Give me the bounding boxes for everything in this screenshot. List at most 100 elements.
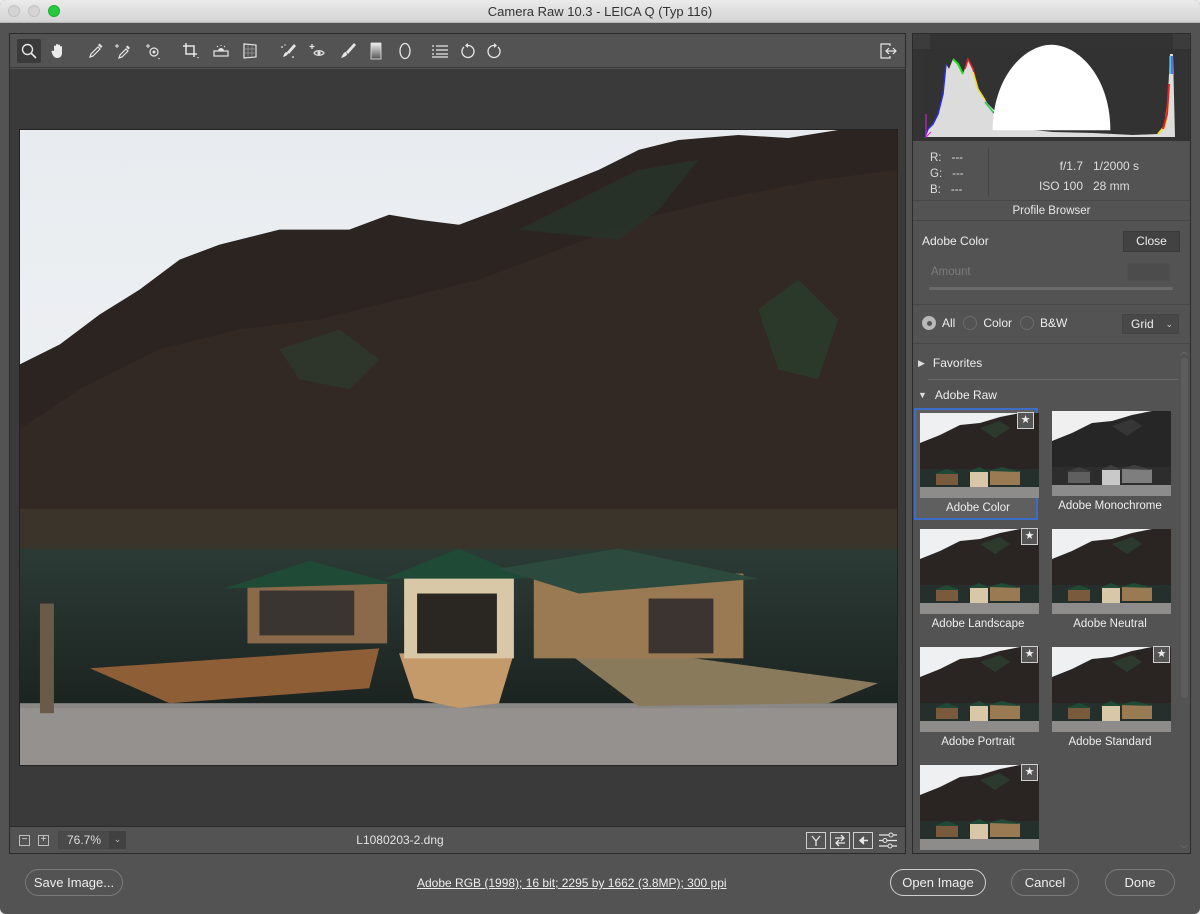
transform-tool-button[interactable]	[238, 39, 262, 63]
triangle-down-icon: ▼	[918, 390, 927, 400]
image-canvas[interactable]	[10, 69, 905, 826]
filter-color-radio[interactable]	[963, 316, 978, 330]
image-info: R: --- G: --- B: --- f/1.7 1/2000 s ISO 100 2…	[913, 144, 1190, 201]
window-minimize-button[interactable]	[28, 5, 40, 17]
r-value: ---	[951, 152, 964, 164]
window-zoom-button[interactable]	[48, 5, 60, 17]
divider	[913, 304, 1190, 305]
window-title: Camera Raw 10.3 - LEICA Q (Typ 116)	[487, 4, 713, 19]
aperture: f/1.7	[1059, 159, 1083, 173]
adjustment-brush-tool-button[interactable]	[335, 39, 359, 63]
gradient-icon	[370, 42, 382, 60]
profile-tile[interactable]: ★ Adobe Landscape	[916, 526, 1040, 638]
swap-icon	[835, 834, 845, 847]
g-value: ---	[952, 168, 964, 180]
favorite-star-icon[interactable]: ★	[1021, 528, 1038, 545]
profile-tile-label: Adobe Standard	[1068, 736, 1152, 748]
section-adobe-raw-label: Adobe Raw	[934, 388, 997, 402]
amount-field[interactable]	[1127, 263, 1170, 281]
profile-tile[interactable]: Adobe Monochrome	[1048, 408, 1172, 520]
filter-bw-radio[interactable]	[1020, 316, 1035, 330]
hand-icon	[51, 44, 62, 58]
tool-bar	[10, 34, 905, 68]
close-profile-browser-button[interactable]: Close	[1123, 231, 1180, 252]
workflow-options-link[interactable]: Adobe RGB (1998); 16 bit; 2295 by 1662 (…	[417, 876, 727, 890]
right-panel: R: --- G: --- B: --- f/1.7 1/2000 s ISO 100 2…	[912, 33, 1191, 854]
zoom-tool-button[interactable]	[17, 39, 41, 63]
b-value: ---	[950, 184, 963, 196]
profile-list-scrollbar[interactable]: ︿ ﹀	[1179, 346, 1190, 855]
filter-all-radio[interactable]	[922, 316, 936, 330]
rotate-left-button[interactable]	[456, 39, 480, 63]
clipping-warning-icon	[992, 44, 1111, 131]
fullscreen-toggle-button[interactable]	[876, 39, 900, 63]
ellipse-icon	[399, 42, 411, 60]
open-image-button[interactable]: Open Image	[890, 869, 986, 896]
profile-tile[interactable]: ★ Adobe Color	[914, 408, 1039, 520]
color-sampler-tool-button[interactable]	[111, 39, 135, 63]
done-button[interactable]: Done	[1105, 869, 1175, 896]
filter-color-label[interactable]: Color	[983, 316, 1012, 330]
before-after-y-icon	[811, 835, 821, 846]
filename-label: L1080203-2.dng	[356, 833, 444, 847]
before-after-view-button[interactable]	[806, 832, 826, 849]
current-profile-name: Adobe Color	[922, 234, 989, 248]
filter-all-label[interactable]: All	[942, 316, 955, 330]
favorite-star-icon[interactable]: ★	[1021, 646, 1038, 663]
rotate-cw-icon	[487, 43, 501, 59]
copy-current-to-before-button[interactable]	[853, 832, 873, 849]
eyedropper-icon	[89, 43, 103, 58]
crop-icon	[183, 43, 199, 59]
section-favorites[interactable]: ▶ Favorites	[918, 356, 982, 370]
red-eye-tool-button[interactable]	[305, 39, 329, 63]
spot-removal-tool-button[interactable]	[276, 39, 300, 63]
profile-list: ▶ Favorites ▼ Adobe Raw ★ Adobe Color Adob…	[913, 346, 1190, 855]
cancel-button[interactable]: Cancel	[1011, 869, 1079, 896]
scrollbar-thumb[interactable]	[1181, 358, 1188, 698]
r-label: R:	[930, 152, 942, 164]
target-adjust-icon	[146, 44, 160, 60]
crop-tool-button[interactable]	[179, 39, 203, 63]
profile-tile[interactable]: ★ Adobe Portrait	[916, 644, 1040, 756]
profile-tile[interactable]: Adobe Neutral	[1048, 526, 1172, 638]
shadow-clipping-toggle[interactable]	[913, 34, 1111, 131]
filter-bw-label[interactable]: B&W	[1040, 316, 1067, 330]
save-image-button[interactable]: Save Image...	[25, 869, 123, 896]
rotate-right-button[interactable]	[482, 39, 506, 63]
window-close-button[interactable]	[8, 5, 20, 17]
straighten-tool-button[interactable]	[209, 39, 233, 63]
favorite-star-icon[interactable]: ★	[1153, 646, 1170, 663]
hand-tool-button[interactable]	[46, 39, 70, 63]
radial-filter-tool-button[interactable]	[393, 39, 417, 63]
profile-tile[interactable]: ★ Adobe Standard	[1048, 644, 1172, 756]
profile-thumbnail	[1052, 411, 1171, 496]
profile-tile[interactable]: ★	[916, 762, 1040, 855]
brush-icon	[341, 43, 356, 58]
targeted-adjustment-tool-button[interactable]	[141, 39, 165, 63]
white-balance-tool-button[interactable]	[84, 39, 108, 63]
profile-filter: All Color B&W	[922, 316, 1075, 330]
amount-slider[interactable]	[929, 287, 1173, 290]
rgb-readout: R: --- G: --- B: ---	[930, 150, 964, 198]
chevron-up-icon[interactable]: ︿	[1180, 346, 1188, 357]
highlight-clipping-toggle[interactable]	[1173, 34, 1190, 49]
toggle-settings-button[interactable]	[878, 832, 898, 849]
favorite-star-icon[interactable]: ★	[1021, 764, 1038, 781]
amount-label: Amount	[931, 266, 971, 278]
view-mode-value: Grid	[1131, 317, 1154, 331]
section-adobe-raw[interactable]: ▼ Adobe Raw	[918, 388, 997, 402]
shutter-speed: 1/2000 s	[1093, 159, 1140, 173]
preferences-button[interactable]	[428, 39, 452, 63]
image-preview[interactable]	[19, 129, 898, 766]
view-mode-select[interactable]: Grid ⌄	[1122, 314, 1179, 334]
graduated-filter-tool-button[interactable]	[364, 39, 388, 63]
favorite-star-icon[interactable]: ★	[1017, 412, 1034, 429]
photo-boats-landscape	[20, 130, 897, 765]
triangle-right-icon: ▶	[918, 357, 925, 368]
chevron-down-icon[interactable]: ﹀	[1180, 844, 1188, 855]
swap-before-after-button[interactable]	[830, 832, 850, 849]
spot-brush-icon	[281, 44, 296, 58]
profile-thumbnail	[1052, 529, 1171, 614]
level-icon	[213, 45, 229, 57]
profile-tile-label: Adobe Neutral	[1073, 618, 1147, 630]
